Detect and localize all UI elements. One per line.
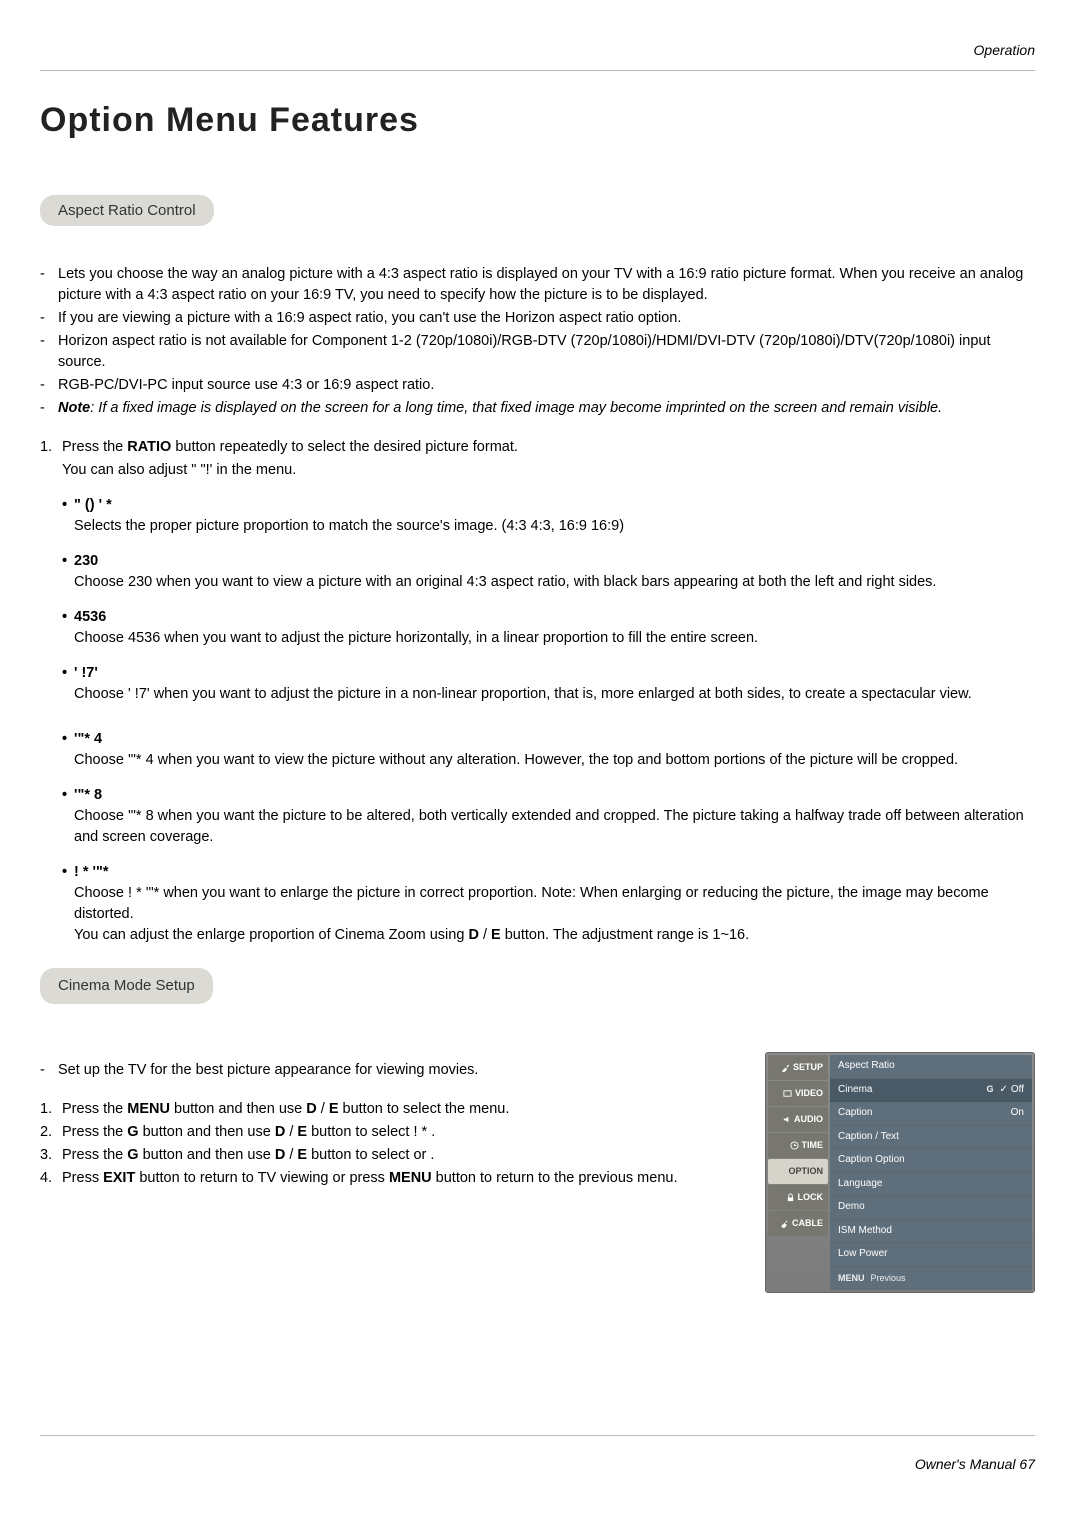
bullet-name: '"* 8 <box>74 787 102 803</box>
osd-row[interactable]: Language <box>830 1173 1032 1197</box>
arrow-g-icon: G <box>986 1083 993 1096</box>
note-label: Note <box>58 400 90 416</box>
bullet-desc: Choose '"* 8 when you want the picture t… <box>62 806 1035 848</box>
osd-row[interactable]: Aspect Ratio <box>830 1055 1032 1079</box>
osd-row[interactable]: Demo <box>830 1196 1032 1220</box>
bullet-name: ' !7' <box>74 665 98 681</box>
osd-value: On <box>1011 1106 1024 1121</box>
bullet-name: 230 <box>74 553 98 569</box>
bullet-desc: Choose ! * '"* when you want to enlarge … <box>62 883 1035 925</box>
top-divider <box>40 70 1035 71</box>
osd-tab-cable[interactable]: CABLE <box>768 1211 828 1236</box>
bullet-name: ! * '"* <box>74 864 109 880</box>
osd-value: Off <box>1011 1083 1024 1098</box>
osd-tab-setup[interactable]: SETUP <box>768 1055 828 1080</box>
bullet-desc: Choose '"* 4 when you want to view the p… <box>62 750 1035 771</box>
tv-icon <box>783 1089 792 1098</box>
note-text: : If a fixed image is displayed on the s… <box>90 400 942 416</box>
cinema-step: Press the G button and then use D / E bu… <box>62 1145 737 1166</box>
osd-tab-lock[interactable]: LOCK <box>768 1185 828 1210</box>
bullet-name: 4536 <box>74 609 106 625</box>
page-footer: Owner's Manual 67 <box>915 1456 1035 1472</box>
check-icon: ✓ <box>999 1083 1007 1098</box>
bullet-desc: Choose ' !7' when you want to adjust the… <box>62 684 1035 705</box>
speaker-icon <box>782 1115 791 1124</box>
osd-row[interactable]: ISM Method <box>830 1220 1032 1244</box>
bullet-desc: Choose 230 when you want to view a pictu… <box>62 572 1035 593</box>
osd-tab-option[interactable]: OPTION <box>768 1159 828 1184</box>
step-text: Press the RATIO button repeatedly to sel… <box>62 437 1035 458</box>
lock-icon <box>786 1193 795 1202</box>
bottom-divider <box>40 1435 1035 1436</box>
osd-content: Aspect Ratio Cinema G ✓ Off CaptionOn Ca… <box>830 1055 1032 1290</box>
cinema-step: Press the G button and then use D / E bu… <box>62 1122 737 1143</box>
osd-tab-audio[interactable]: AUDIO <box>768 1107 828 1132</box>
cinema-dash: Set up the TV for the best picture appea… <box>58 1060 737 1081</box>
note-row: Note: If a fixed image is displayed on t… <box>58 398 1035 419</box>
bullet-desc: Selects the proper picture proportion to… <box>62 516 1035 537</box>
section-header: Operation <box>974 42 1035 58</box>
osd-tab-time[interactable]: TIME <box>768 1133 828 1158</box>
aspect-dash-list: -Lets you choose the way an analog pictu… <box>40 264 1035 419</box>
osd-row[interactable]: Low Power <box>830 1243 1032 1267</box>
bullet-desc-2: You can adjust the enlarge proportion of… <box>62 925 1035 946</box>
osd-footer: MENUPrevious <box>830 1267 1032 1290</box>
satellite-icon <box>781 1063 790 1072</box>
osd-tabs: SETUP VIDEO AUDIO TIME OPTION <box>768 1055 828 1290</box>
plug-icon <box>780 1219 789 1228</box>
cinema-step: Press the MENU button and then use D / E… <box>62 1099 737 1120</box>
dash-item: Lets you choose the way an analog pictur… <box>58 264 1035 306</box>
osd-row[interactable]: CaptionOn <box>830 1102 1032 1126</box>
cinema-heading: Cinema Mode Setup <box>40 968 213 1004</box>
aspect-steps: 1. Press the RATIO button repeatedly to … <box>40 437 1035 481</box>
bullet-name: " () ' * <box>74 497 112 513</box>
osd-row[interactable]: Caption / Text <box>830 1126 1032 1150</box>
osd-row-selected[interactable]: Cinema G ✓ Off <box>830 1079 1032 1103</box>
clock-icon <box>790 1141 799 1150</box>
osd-row[interactable]: Caption Option <box>830 1149 1032 1173</box>
bullet-desc: Choose 4536 when you want to adjust the … <box>62 628 1035 649</box>
bullet-name: '"* 4 <box>74 731 102 747</box>
page-title: Option Menu Features <box>40 101 1035 140</box>
step-subtext: You can also adjust " "!' in the menu. <box>40 460 1035 481</box>
dash-item: If you are viewing a picture with a 16:9… <box>58 308 1035 329</box>
aspect-ratio-heading: Aspect Ratio Control <box>40 195 214 226</box>
dash-item: Horizon aspect ratio is not available fo… <box>58 331 1035 373</box>
dash-item: RGB-PC/DVI-PC input source use 4:3 or 16… <box>58 375 1035 396</box>
aspect-bullets: •" () ' * Selects the proper picture pro… <box>40 495 1035 946</box>
osd-menu: SETUP VIDEO AUDIO TIME OPTION <box>765 1052 1035 1293</box>
osd-tab-video[interactable]: VIDEO <box>768 1081 828 1106</box>
cinema-step: Press EXIT button to return to TV viewin… <box>62 1168 737 1189</box>
